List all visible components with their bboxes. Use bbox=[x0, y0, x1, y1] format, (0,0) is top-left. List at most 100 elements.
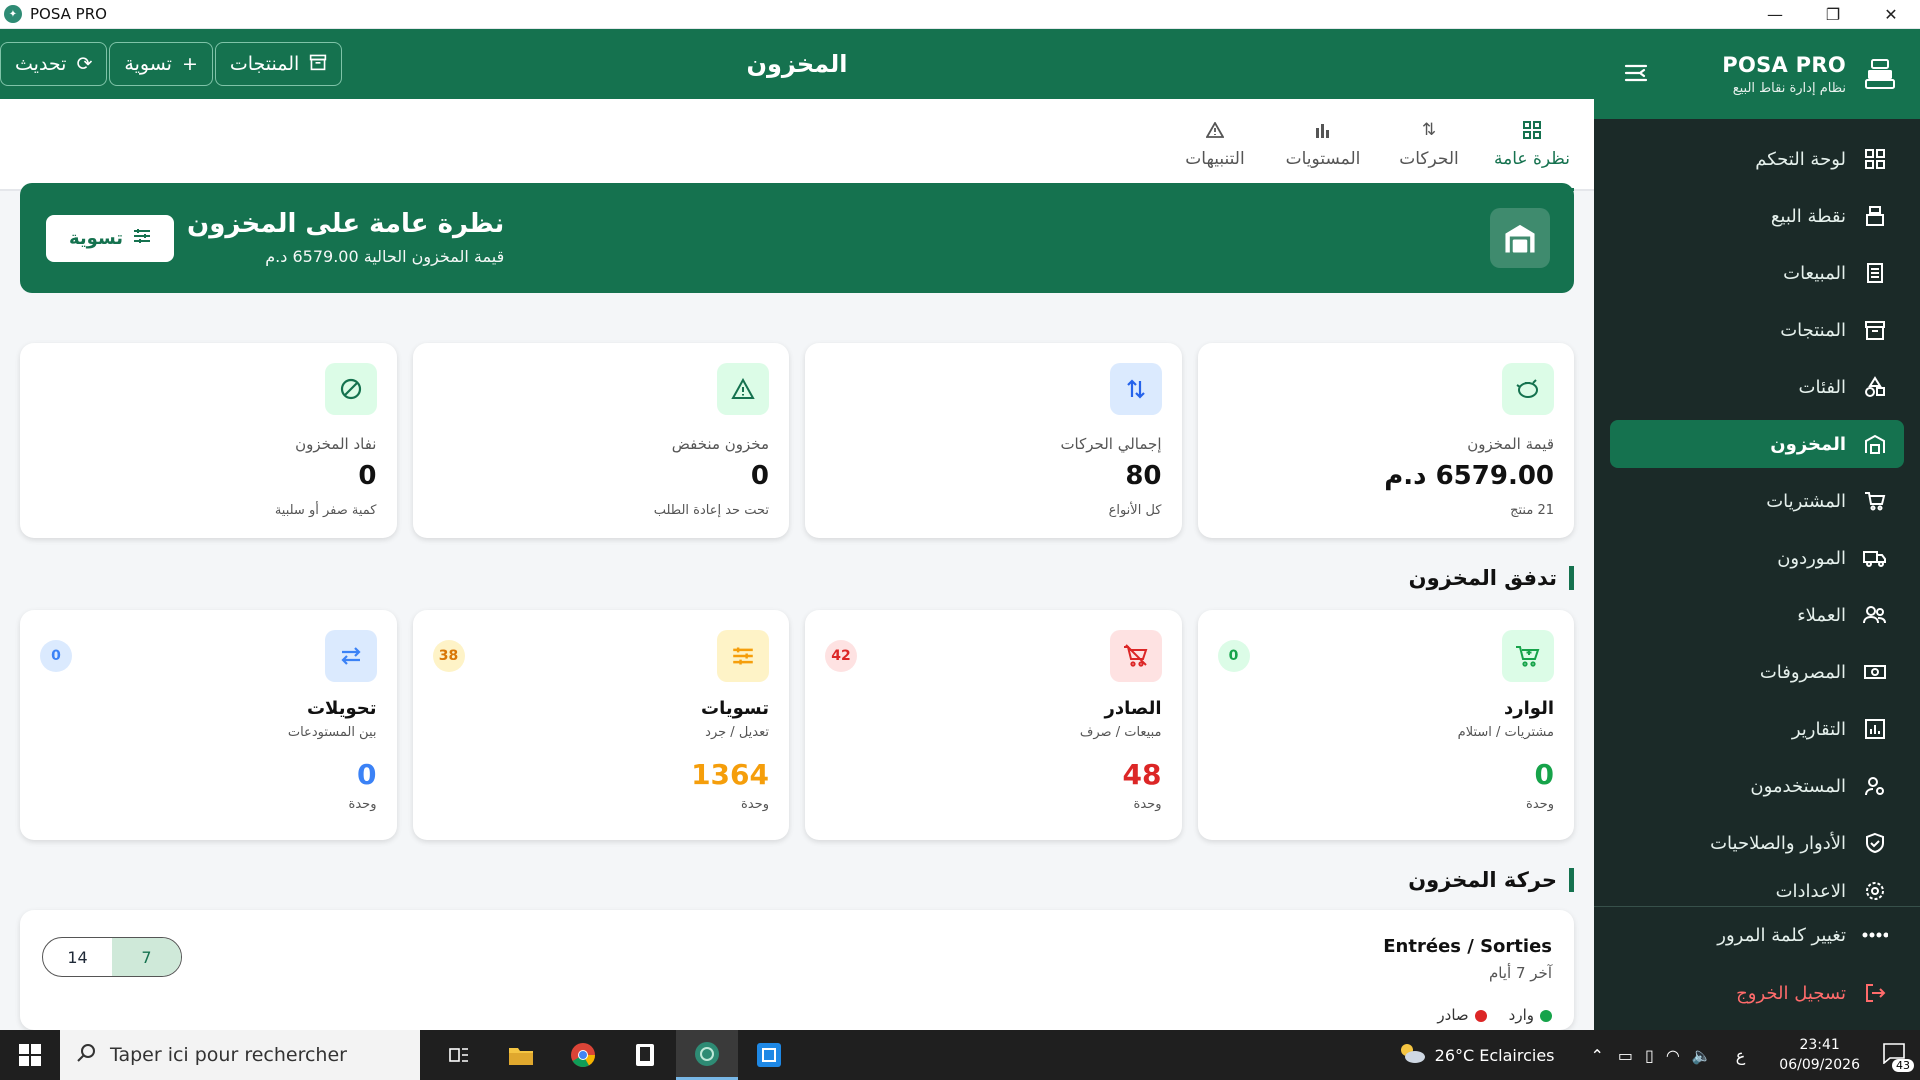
transfer-arrows-icon bbox=[324, 630, 377, 682]
flow-sub: مشتريات / استلام bbox=[1457, 725, 1554, 740]
sidebar-item-label: الأدوار والصلاحيات bbox=[1710, 832, 1846, 854]
cart-plus-icon bbox=[1502, 630, 1554, 682]
sidebar: POSA PRO نظام إدارة نقاط البيع لوحة التح… bbox=[1594, 29, 1920, 1030]
app-tile-icon[interactable] bbox=[614, 1030, 676, 1080]
flow-label: الوارد bbox=[1504, 698, 1554, 719]
minimize-button[interactable]: — bbox=[1746, 0, 1804, 29]
chart-subtitle: آخر 7 أيام bbox=[1489, 964, 1552, 982]
stat-value: 6579.00 د.م bbox=[1384, 461, 1554, 491]
sidebar-item-sales[interactable]: المبيعات bbox=[1610, 249, 1904, 297]
flow-value: 0 bbox=[1534, 758, 1554, 791]
search-icon bbox=[76, 1043, 96, 1068]
flow-sub: تعديل / جرد bbox=[705, 725, 769, 740]
sidebar-item-pos[interactable]: نقطة البيع bbox=[1610, 192, 1904, 240]
sidebar-item-dashboard[interactable]: لوحة التحكم bbox=[1610, 135, 1904, 183]
sidebar-item-label: المشتريات bbox=[1766, 490, 1846, 512]
stat-label: قيمة المخزون bbox=[1467, 435, 1554, 453]
cash-register-icon bbox=[1862, 203, 1888, 229]
stat-sub: تحت حد إعادة الطلب bbox=[653, 503, 769, 518]
change-password-item[interactable]: تغيير كلمة المرور bbox=[1610, 911, 1904, 959]
piggy-bank-icon bbox=[1502, 363, 1554, 415]
chart-legend: وارد صادر bbox=[1437, 1006, 1552, 1024]
sidebar-item-label: الفئات bbox=[1798, 376, 1846, 398]
weather-icon[interactable] bbox=[1397, 1041, 1427, 1069]
network-icon[interactable]: ▭ bbox=[1618, 1046, 1633, 1065]
sidebar-item-expenses[interactable]: المصروفات bbox=[1610, 648, 1904, 696]
flow-badge: 38 bbox=[432, 640, 465, 672]
clock-date: 06/09/2026 bbox=[1779, 1057, 1860, 1073]
sidebar-item-label: العملاء bbox=[1797, 604, 1846, 626]
range-7-days[interactable]: 7 bbox=[112, 938, 181, 976]
sidebar-item-users[interactable]: المستخدمون bbox=[1610, 762, 1904, 810]
blue-app-icon[interactable] bbox=[738, 1030, 800, 1080]
logout-item[interactable]: تسجيل الخروج bbox=[1610, 969, 1904, 1017]
legend-in-label: وارد bbox=[1508, 1006, 1534, 1024]
sidebar-item-suppliers[interactable]: الموردون bbox=[1610, 534, 1904, 582]
sidebar-item-settings[interactable]: الاعدادات bbox=[1610, 876, 1904, 906]
chart-title: Entrées / Sorties bbox=[1383, 936, 1552, 957]
sidebar-item-label: المستخدمون bbox=[1750, 775, 1846, 797]
taskbar-search[interactable]: Taper ici pour rechercher bbox=[60, 1030, 420, 1080]
flow-badge: 0 bbox=[1217, 640, 1250, 672]
banner-adjust-button[interactable]: تسوية bbox=[46, 215, 174, 262]
flow-label: تسويات bbox=[701, 698, 769, 719]
input-language[interactable]: ع bbox=[1736, 1046, 1746, 1065]
stat-sub: كمية صفر أو سلبية bbox=[274, 503, 377, 518]
sliders-icon bbox=[133, 228, 151, 249]
stat-label: نفاد المخزون bbox=[295, 435, 377, 453]
stat-card-low-stock: مخزون منخفض 0 تحت حد إعادة الطلب bbox=[412, 343, 789, 538]
sidebar-item-inventory[interactable]: المخزون bbox=[1610, 420, 1904, 468]
stat-value: 80 bbox=[1125, 461, 1162, 491]
weather-text[interactable]: 26°C Eclaircies bbox=[1435, 1046, 1555, 1065]
close-button[interactable]: ✕ bbox=[1862, 0, 1920, 29]
sidebar-header: POSA PRO نظام إدارة نقاط البيع bbox=[1594, 29, 1920, 119]
sidebar-item-customers[interactable]: العملاء bbox=[1610, 591, 1904, 639]
banner-adjust-label: تسوية bbox=[68, 228, 124, 249]
clock-time: 23:41 bbox=[1799, 1037, 1840, 1053]
tray-chevron-icon[interactable]: ⌃ bbox=[1591, 1046, 1604, 1065]
wifi-icon[interactable]: ◠ bbox=[1666, 1046, 1680, 1065]
notification-count: 43 bbox=[1892, 1059, 1914, 1072]
search-placeholder: Taper ici pour rechercher bbox=[110, 1044, 347, 1066]
posa-pro-taskbar-icon[interactable] bbox=[676, 1030, 738, 1080]
sidebar-item-categories[interactable]: الفئات bbox=[1610, 363, 1904, 411]
sidebar-item-label: المنتجات bbox=[1780, 319, 1846, 341]
notifications-icon[interactable]: 43 bbox=[1882, 1042, 1914, 1072]
sidebar-item-label: الموردون bbox=[1777, 547, 1846, 569]
sidebar-item-reports[interactable]: التقارير bbox=[1610, 705, 1904, 753]
battery-icon[interactable]: ▯ bbox=[1645, 1046, 1654, 1065]
flow-card-out: 42 الصادر مبيعات / صرف 48 وحدة bbox=[805, 610, 1182, 840]
legend-out: صادر bbox=[1437, 1006, 1487, 1024]
stat-card-value: قيمة المخزون 6579.00 د.م 21 منتج bbox=[1197, 343, 1574, 538]
sidebar-item-label: لوحة التحكم bbox=[1755, 148, 1846, 170]
legend-in-dot bbox=[1540, 1009, 1552, 1022]
sidebar-item-roles[interactable]: الأدوار والصلاحيات bbox=[1610, 819, 1904, 867]
stat-sub: كل الأنواع bbox=[1108, 503, 1162, 518]
restore-button[interactable]: ❐ bbox=[1804, 0, 1862, 29]
chrome-icon[interactable] bbox=[552, 1030, 614, 1080]
sidebar-item-purchases[interactable]: المشتريات bbox=[1610, 477, 1904, 525]
collapse-menu-icon[interactable] bbox=[1622, 61, 1650, 85]
sidebar-item-label: المبيعات bbox=[1783, 262, 1846, 284]
sidebar-item-label: المخزون bbox=[1770, 433, 1846, 455]
clock[interactable]: 23:41 06/09/2026 bbox=[1779, 1035, 1860, 1075]
windows-start-icon[interactable] bbox=[0, 1030, 60, 1080]
truck-icon bbox=[1862, 545, 1888, 571]
stat-value: 0 bbox=[750, 461, 769, 491]
file-explorer-icon[interactable] bbox=[490, 1030, 552, 1080]
warehouse-icon bbox=[1862, 431, 1888, 457]
stat-card-out-of-stock: نفاد المخزون 0 كمية صفر أو سلبية bbox=[20, 343, 397, 538]
sidebar-menu: لوحة التحكم نقطة البيع المبيعات المنتجات… bbox=[1594, 119, 1920, 1017]
movement-section-title: حركة المخزون bbox=[1408, 868, 1574, 892]
range-14-days[interactable]: 14 bbox=[43, 938, 112, 976]
volume-icon[interactable]: 🔈 bbox=[1692, 1046, 1712, 1065]
shapes-icon bbox=[1862, 374, 1888, 400]
legend-out-label: صادر bbox=[1437, 1006, 1469, 1024]
gear-icon bbox=[1862, 878, 1888, 904]
flow-badge: 0 bbox=[40, 640, 72, 672]
password-dots-icon bbox=[1862, 922, 1888, 948]
flow-card-transfer: 0 تحويلات بين المستودعات 0 وحدة bbox=[20, 610, 397, 840]
task-view-icon[interactable] bbox=[428, 1030, 490, 1080]
sidebar-item-products[interactable]: المنتجات bbox=[1610, 306, 1904, 354]
flow-unit: وحدة bbox=[1526, 797, 1554, 812]
